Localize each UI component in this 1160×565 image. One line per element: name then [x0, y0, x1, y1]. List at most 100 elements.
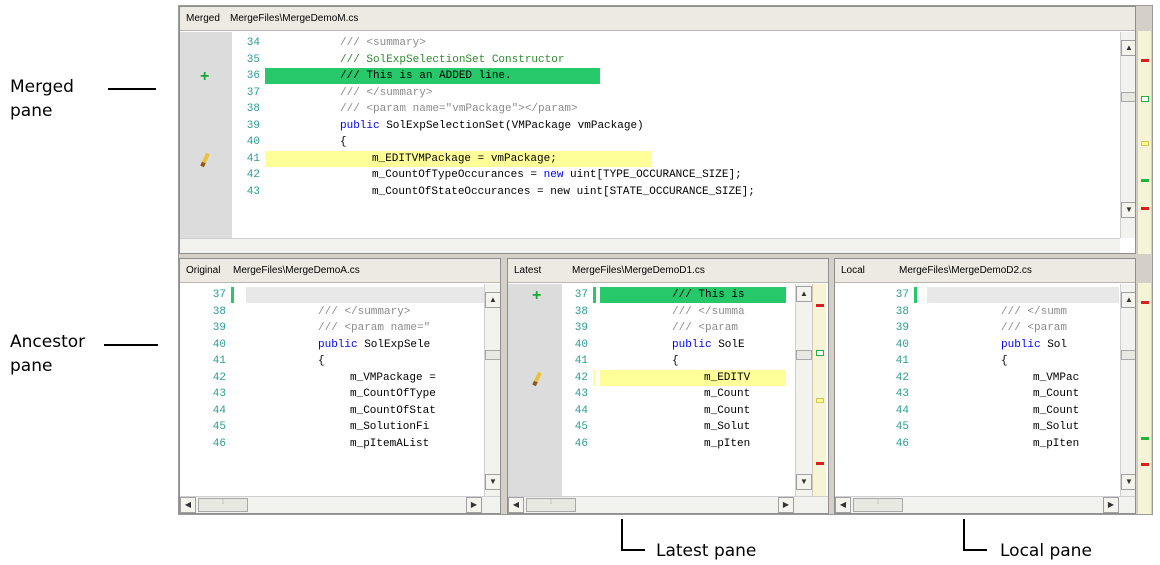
local-diff-markers[interactable] [1137, 283, 1151, 514]
code-line: m_CountOfStat [246, 403, 484, 419]
scroll-thumb[interactable] [796, 350, 812, 360]
local-pane-label: Local [841, 265, 865, 276]
line-number: 41 [180, 353, 234, 369]
latest-code-area[interactable]: /// This is /// </summa /// <param public S… [600, 284, 794, 496]
code-text: m_pIten [704, 436, 750, 452]
code-line: /// </summa [600, 304, 794, 320]
code-rest: m_Count [1033, 388, 1080, 400]
latest-hscrollbar[interactable]: ◀ ⁞ ▶ [508, 496, 828, 513]
code-line: m_Count [927, 386, 1119, 402]
diff-marker-red[interactable] [1141, 59, 1149, 62]
latest-pane-path: MergeFiles\MergeDemoD1.cs [572, 265, 705, 276]
code-rest: m_EDITV [704, 371, 751, 384]
scroll-down-button[interactable]: ▼ [796, 474, 812, 490]
code-rest: Sol [1040, 338, 1068, 351]
code-line: /// </summary> [270, 85, 1118, 101]
scroll-up-button[interactable]: ▲ [1121, 292, 1135, 308]
diff-marker-red[interactable] [816, 462, 824, 465]
local-vscrollbar[interactable]: ▲ ▼ [1120, 284, 1135, 496]
scroll-right-button[interactable]: ▶ [466, 497, 482, 513]
keyword: public [672, 338, 712, 351]
original-pane-header: Original MergeFiles\MergeDemoA.cs [180, 259, 500, 283]
code-rest: m_pItemAList [350, 437, 430, 450]
line-number: 46 [835, 436, 917, 452]
line-number: 45 [180, 419, 234, 435]
code-text: /// </summary> [340, 85, 432, 101]
latest-pane-header: Latest MergeFiles\MergeDemoD1.cs [508, 259, 828, 283]
code-rest: m_CountOfStat [350, 404, 436, 417]
latest-diff-markers[interactable] [812, 284, 826, 496]
merged-vscrollbar[interactable]: ▲ ▼ [1120, 32, 1135, 238]
code-text: public Sol [1001, 337, 1067, 353]
latest-pane-label: Latest [514, 265, 542, 276]
code-rest: m_CountOfType [350, 388, 436, 400]
scroll-thumb[interactable]: ⁞ [853, 498, 903, 512]
diff-marker-red[interactable] [816, 304, 824, 307]
code-rest: m_VMPac [1033, 371, 1080, 384]
scroll-up-button[interactable]: ▲ [796, 286, 812, 302]
code-rest: { [672, 355, 679, 367]
original-hscrollbar[interactable]: ◀ ⁞ ▶ [180, 496, 500, 513]
code-line: /// This is [600, 287, 794, 303]
scroll-thumb[interactable]: ⁞ [198, 498, 248, 512]
line-number-text: 40 [895, 338, 909, 351]
line-number-text: 34 [246, 37, 260, 49]
scroll-left-button[interactable]: ◀ [508, 497, 524, 513]
scroll-right-button[interactable]: ▶ [778, 497, 794, 513]
scroll-down-button[interactable]: ▼ [485, 474, 500, 490]
scroll-left-button[interactable]: ◀ [835, 497, 851, 513]
code-rest: { [1001, 355, 1008, 367]
diff-marker-green[interactable] [1141, 179, 1149, 182]
merged-diff-markers[interactable] [1137, 31, 1151, 254]
line-number-text: 42 [895, 371, 909, 384]
line-number: 46 [562, 436, 596, 452]
code-text: m_Count [704, 386, 750, 402]
code-rest: /// </summa [672, 305, 745, 318]
keyword: new [543, 169, 564, 181]
line-number: 44 [180, 403, 234, 419]
code-text: m_EDITV [704, 370, 750, 386]
scroll-down-button[interactable]: ▼ [1121, 202, 1135, 218]
local-hscrollbar[interactable]: ◀ ⁞ ▶ [835, 496, 1135, 513]
code-line: public SolExpSele [246, 337, 484, 353]
diff-marker-red[interactable] [1141, 207, 1149, 210]
code-rest: SolE [711, 338, 745, 351]
merged-code-area[interactable]: /// <summary> /// SolExpSelectionSet Cons… [266, 32, 1118, 238]
original-code-area[interactable]: /// </summary> /// <param name=" public So… [246, 284, 484, 496]
scroll-down-button[interactable]: ▼ [1121, 474, 1135, 490]
scroll-up-button[interactable]: ▲ [1121, 40, 1135, 56]
code-line: public SolExpSelectionSet(VMPackage vmPa… [270, 118, 1118, 134]
merged-hscrollbar[interactable] [180, 238, 1120, 253]
line-number: 43 [835, 386, 917, 402]
code-text: m_pIten [1033, 436, 1079, 452]
code-line: m_pItemAList [246, 436, 484, 452]
code-text: m_CountOfTypeOccurances = new uint[TYPE_… [372, 167, 742, 183]
code-text: m_Solut [704, 419, 750, 435]
diff-marker-red[interactable] [1141, 301, 1149, 304]
merge-window: Merged MergeFiles\MergeDemoM.cs + 34 35 36… [178, 5, 1153, 515]
diff-marker-green[interactable] [1141, 437, 1149, 440]
scroll-left-button[interactable]: ◀ [180, 497, 196, 513]
scroll-thumb[interactable] [485, 350, 500, 360]
code-line: { [270, 134, 1118, 150]
scroll-thumb[interactable] [1121, 92, 1135, 102]
diff-marker-green[interactable] [1141, 96, 1149, 102]
scroll-thumb[interactable] [1121, 350, 1135, 360]
scroll-up-button[interactable]: ▲ [485, 292, 500, 308]
code-rest: m_CountOfTypeOccurances = [372, 169, 544, 181]
code-text: m_CountOfStat [350, 403, 436, 419]
latest-vscrollbar[interactable]: ▲ ▼ [795, 284, 812, 496]
code-text: { [340, 134, 347, 150]
diff-marker-green[interactable] [816, 350, 824, 356]
local-code-area[interactable]: /// </summ /// <param public Sol {m_VMPac m_… [927, 284, 1119, 496]
scroll-thumb[interactable]: ⁞ [526, 498, 576, 512]
code-text: /// <param name=" [318, 320, 430, 336]
line-number-text: 43 [246, 185, 260, 198]
code-rest: m_Solut [704, 421, 751, 433]
scroll-right-button[interactable]: ▶ [1103, 497, 1119, 513]
diff-marker-yellow[interactable] [1141, 141, 1149, 146]
original-vscrollbar[interactable]: ▲ ▼ [484, 284, 500, 496]
diff-marker-red[interactable] [1141, 463, 1149, 466]
original-pane-label: Original [186, 265, 221, 276]
diff-marker-yellow[interactable] [816, 398, 824, 403]
